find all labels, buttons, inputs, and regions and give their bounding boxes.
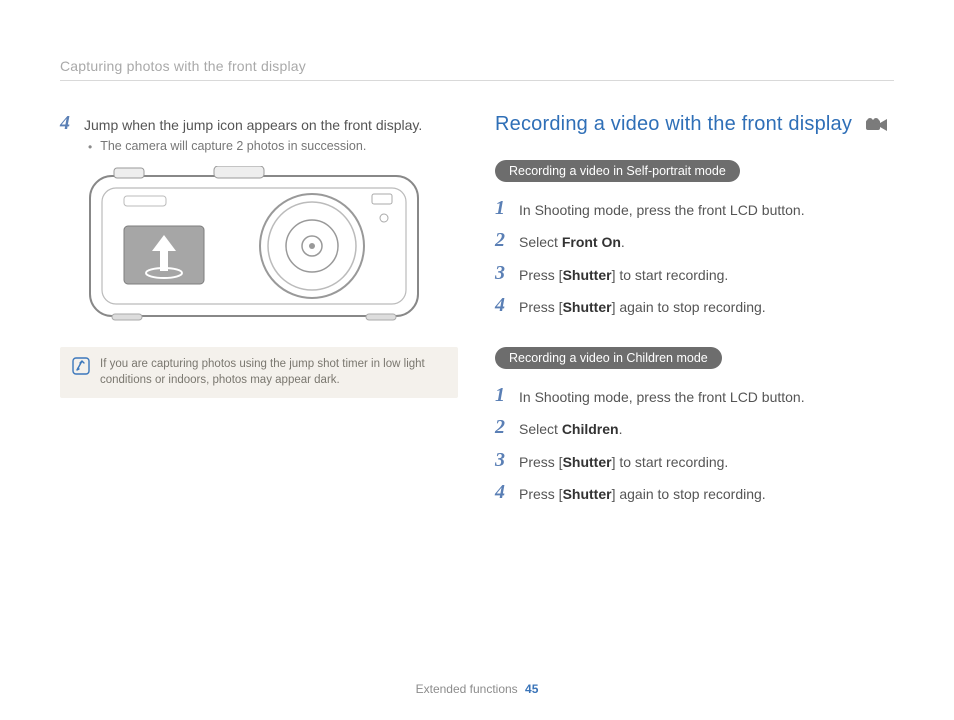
page-footer: Extended functions 45 <box>0 682 954 696</box>
step-number: 2 <box>495 230 511 250</box>
step-number: 2 <box>495 417 511 437</box>
step-number: 1 <box>495 198 511 218</box>
footer-section: Extended functions <box>416 682 518 696</box>
step-number: 3 <box>495 450 511 470</box>
right-column: Recording a video with the front display… <box>495 113 894 534</box>
section-title-text: Recording a video with the front display <box>495 113 852 136</box>
step-text: In Shooting mode, press the front LCD bu… <box>519 198 805 220</box>
children-pill: Recording a video in Children mode <box>495 347 722 369</box>
step-bold: Shutter <box>563 267 612 283</box>
step-text: Press [Shutter] again to stop recording. <box>519 482 766 504</box>
bullet-text: The camera will capture 2 photos in succ… <box>100 139 366 153</box>
step-4: 4 Jump when the jump icon appears on the… <box>60 113 459 135</box>
camera-icon <box>84 166 424 326</box>
step-bold: Front On <box>562 234 621 250</box>
step: 4 Press [Shutter] again to stop recording… <box>495 482 894 504</box>
step: 3 Press [Shutter] to start recording. <box>495 263 894 285</box>
selfportrait-steps: 1 In Shooting mode, press the front LCD b… <box>495 198 894 317</box>
step-4-bullet: • The camera will capture 2 photos in su… <box>88 139 459 156</box>
note-text: If you are capturing photos using the ju… <box>100 357 446 388</box>
children-block: Recording a video in Children mode 1 In S… <box>495 347 894 504</box>
step-text: Press [Shutter] to start recording. <box>519 450 728 472</box>
page: Capturing photos with the front display … <box>0 0 954 720</box>
content-columns: 4 Jump when the jump icon appears on the… <box>60 113 894 534</box>
step-text: Press [Shutter] again to stop recording. <box>519 295 766 317</box>
step: 2 Select Children. <box>495 417 894 439</box>
step-number: 1 <box>495 385 511 405</box>
step-text: In Shooting mode, press the front LCD bu… <box>519 385 805 407</box>
note-info-icon <box>72 357 90 375</box>
step-number: 4 <box>60 113 76 133</box>
video-camera-icon <box>866 118 888 132</box>
step-bold: Shutter <box>563 454 612 470</box>
step-text: Jump when the jump icon appears on the f… <box>84 113 422 135</box>
step: 1 In Shooting mode, press the front LCD b… <box>495 385 894 407</box>
step-number: 4 <box>495 482 511 502</box>
step: 4 Press [Shutter] again to stop recording… <box>495 295 894 317</box>
left-column: 4 Jump when the jump icon appears on the… <box>60 113 459 534</box>
step-number: 3 <box>495 263 511 283</box>
step-text: Select Front On. <box>519 230 625 252</box>
note-box: If you are capturing photos using the ju… <box>60 347 458 398</box>
breadcrumb-header: Capturing photos with the front display <box>60 58 894 81</box>
step-bold: Shutter <box>563 299 612 315</box>
step-text: Press [Shutter] to start recording. <box>519 263 728 285</box>
selfportrait-block: Recording a video in Self-portrait mode … <box>495 160 894 317</box>
step: 2 Select Front On. <box>495 230 894 252</box>
step-bold: Shutter <box>563 486 612 502</box>
footer-page-number: 45 <box>525 682 538 696</box>
selfportrait-pill: Recording a video in Self-portrait mode <box>495 160 740 182</box>
camera-illustration <box>84 166 459 331</box>
step-number: 4 <box>495 295 511 315</box>
children-steps: 1 In Shooting mode, press the front LCD b… <box>495 385 894 504</box>
section-title: Recording a video with the front display <box>495 113 894 136</box>
step: 3 Press [Shutter] to start recording. <box>495 450 894 472</box>
step-text: Select Children. <box>519 417 622 439</box>
bullet-dot-icon: • <box>88 139 92 156</box>
step-bold: Children <box>562 421 619 437</box>
step: 1 In Shooting mode, press the front LCD b… <box>495 198 894 220</box>
